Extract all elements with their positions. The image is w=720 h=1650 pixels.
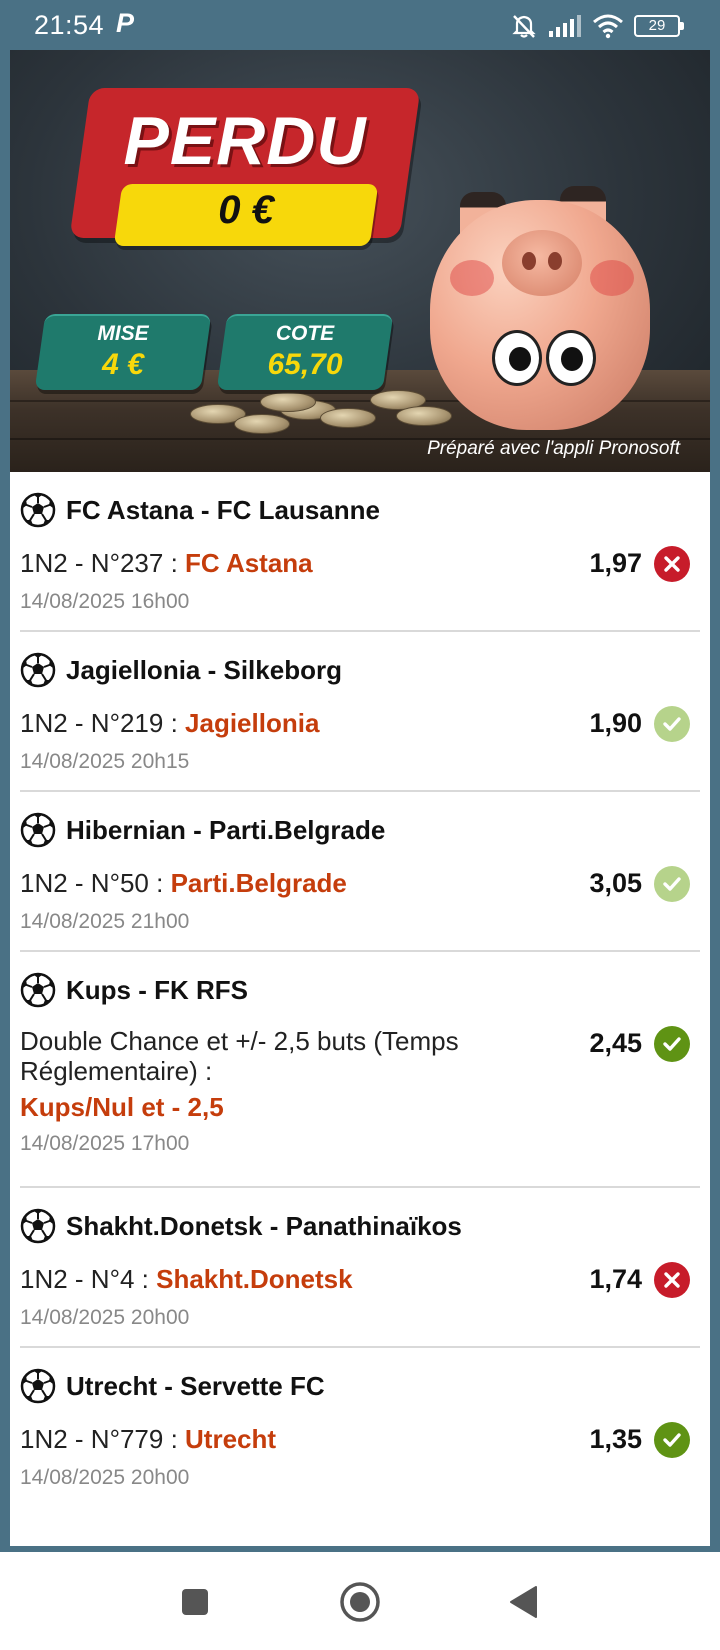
square-recents-icon[interactable]: [173, 1580, 217, 1624]
bet-type: 1N2 - N°779 :: [20, 1424, 186, 1454]
bet-slip-card: PERDU 0 € MISE 4 € COTE 65,70 Préparé av…: [10, 50, 710, 1546]
match-title: Jagiellonia - Silkeborg: [66, 654, 342, 685]
stake-value: 4 €: [102, 348, 144, 381]
match-title: FC Astana - FC Lausanne: [66, 494, 380, 525]
wifi-icon: [593, 14, 623, 39]
bet-pick: 1N2 - N°50 : Parti.Belgrade: [20, 866, 572, 900]
status-time: 21:54: [34, 10, 105, 40]
match-title: Hibernian - Parti.Belgrade: [66, 814, 386, 845]
bet-odds: 3,05: [589, 868, 642, 898]
banner-footer-text: Préparé avec l'appli Pronosoft: [427, 438, 680, 459]
bet-date: 14/08/2025 20h15: [20, 750, 190, 773]
bet-item[interactable]: Utrecht - Servette FC 1N2 - N°779 : Utre…: [10, 1348, 710, 1508]
soccer-ball-icon: [20, 1368, 56, 1404]
battery-icon: 29: [634, 15, 684, 37]
bet-date: 14/08/2025 16h00: [20, 590, 190, 613]
stake-label: MISE: [97, 322, 149, 345]
total-odds-value: 65,70: [267, 348, 343, 381]
check-circle-icon: [654, 866, 690, 902]
bet-date: 14/08/2025 20h00: [20, 1466, 190, 1489]
soccer-ball-icon: [20, 1208, 56, 1244]
bet-selection: Parti.Belgrade: [170, 868, 347, 898]
odds-label: COTE: [275, 322, 335, 345]
bet-item[interactable]: Hibernian - Parti.Belgrade 1N2 - N°50 : …: [10, 792, 710, 952]
result-banner: PERDU 0 € MISE 4 € COTE 65,70 Préparé av…: [10, 50, 710, 472]
bet-pick: Double Chance et +/- 2,5 buts (Temps Rég…: [20, 1026, 572, 1124]
soccer-ball-icon: [20, 972, 56, 1008]
triangle-back-icon[interactable]: [502, 1580, 546, 1624]
bet-selection: Utrecht: [185, 1424, 277, 1454]
bet-odds: 1,74: [589, 1264, 642, 1294]
check-circle-icon: [654, 1422, 690, 1458]
bet-item[interactable]: Shakht.Donetsk - Panathinaïkos 1N2 - N°4…: [10, 1188, 710, 1348]
bet-odds: 1,97: [589, 548, 642, 578]
bet-date: 14/08/2025 21h00: [20, 910, 190, 933]
bet-odds: 2,45: [589, 1028, 642, 1058]
bet-item[interactable]: Kups - FK RFS Double Chance et +/- 2,5 b…: [10, 952, 710, 1188]
bet-pick: 1N2 - N°4 : Shakht.Donetsk: [20, 1262, 572, 1296]
bet-type: Double Chance et +/- 2,5 buts (Temps Rég…: [20, 1026, 459, 1086]
check-circle-icon: [654, 1026, 690, 1062]
bet-selection: Shakht.Donetsk: [156, 1264, 353, 1294]
piggy-bank-illustration: [420, 140, 660, 440]
match-title: Shakht.Donetsk - Panathinaïkos: [66, 1210, 462, 1241]
app-notification-icon: P: [116, 8, 135, 38]
odds-tag: COTE 65,70: [216, 314, 394, 390]
bet-type: 1N2 - N°219 :: [20, 708, 186, 738]
navigation-bar: [0, 1552, 720, 1650]
bet-date: 14/08/2025 17h00: [20, 1132, 190, 1155]
bet-selection: Kups/Nul et - 2,5: [20, 1092, 224, 1122]
signal-icon: [549, 15, 581, 37]
bet-selection: Jagiellonia: [185, 708, 320, 738]
bet-pick: 1N2 - N°237 : FC Astana: [20, 546, 572, 580]
result-badge: PERDU 0 €: [69, 88, 421, 246]
bell-off-icon: [512, 15, 536, 38]
bet-selection: FC Astana: [185, 548, 313, 578]
bet-odds: 1,90: [589, 708, 642, 738]
circle-home-icon[interactable]: [338, 1580, 382, 1624]
bet-date: 14/08/2025 20h00: [20, 1306, 190, 1329]
check-circle-icon: [654, 706, 690, 742]
match-title: Kups - FK RFS: [66, 974, 248, 1005]
bet-odds: 1,35: [589, 1424, 642, 1454]
x-circle-icon: [654, 1262, 690, 1298]
status-icons: 29: [510, 12, 684, 40]
stake-tag: MISE 4 €: [34, 314, 212, 390]
status-bar: 21:54 P 29: [0, 0, 720, 50]
bet-type: 1N2 - N°4 :: [20, 1264, 157, 1294]
result-label: PERDU: [123, 103, 367, 179]
soccer-ball-icon: [20, 492, 56, 528]
won-amount: 0 €: [218, 188, 274, 232]
soccer-ball-icon: [20, 812, 56, 848]
match-title: Utrecht - Servette FC: [66, 1370, 325, 1401]
bet-item[interactable]: Jagiellonia - Silkeborg 1N2 - N°219 : Ja…: [10, 632, 710, 792]
bet-pick: 1N2 - N°779 : Utrecht: [20, 1422, 572, 1456]
bet-type: 1N2 - N°237 :: [20, 548, 186, 578]
x-circle-icon: [654, 546, 690, 582]
bet-pick: 1N2 - N°219 : Jagiellonia: [20, 706, 572, 740]
soccer-ball-icon: [20, 652, 56, 688]
bet-type: 1N2 - N°50 :: [20, 868, 171, 898]
bet-item[interactable]: FC Astana - FC Lausanne 1N2 - N°237 : FC…: [10, 472, 710, 632]
